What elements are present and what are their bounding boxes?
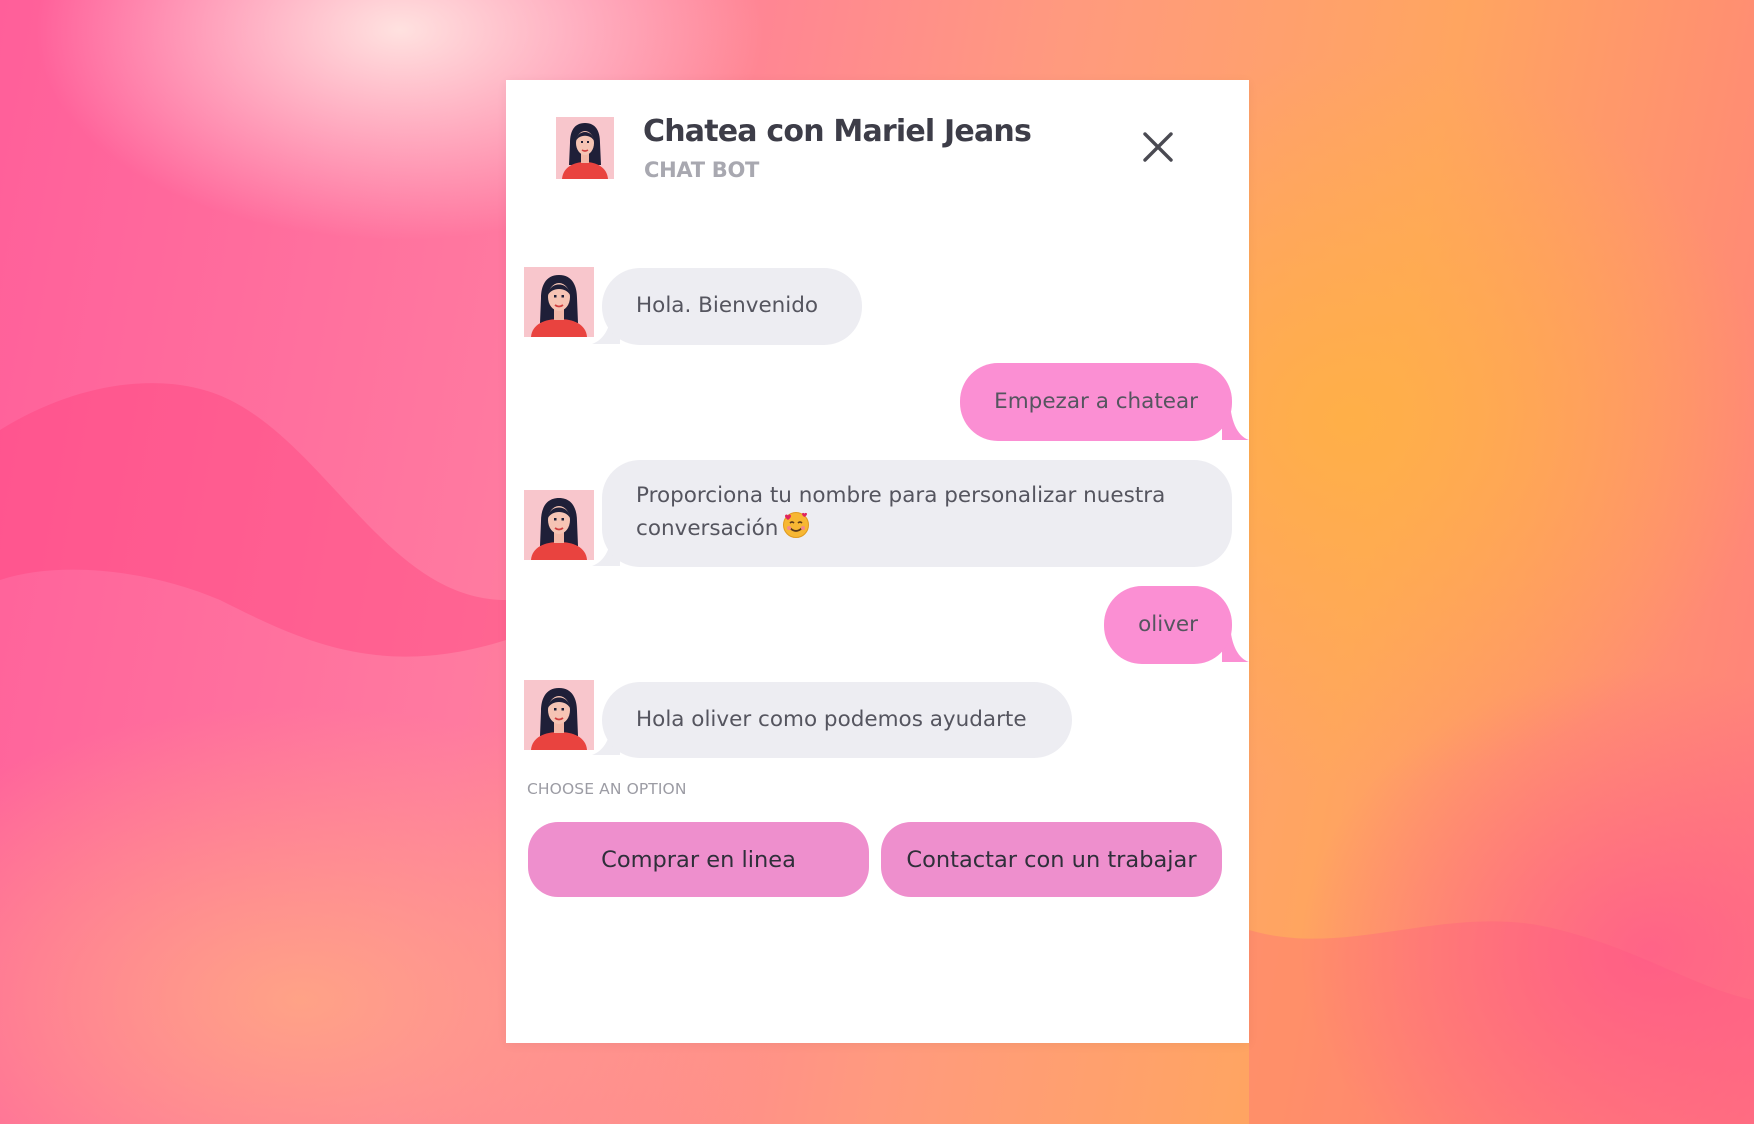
user-message: Empezar a chatear [960,363,1232,441]
message-line: Proporciona tu nombre para personalizar … [636,483,1166,508]
user-message: oliver [1104,586,1232,664]
bot-avatar-icon [524,680,594,750]
close-icon[interactable] [1138,127,1178,167]
bot-avatar-icon [524,267,594,337]
smiling-face-with-hearts-icon [783,512,810,538]
bot-avatar-icon [524,490,594,560]
message-line-with-emoji: conversación [636,511,1232,544]
chat-header: Chatea con Mariel Jeans CHAT BOT [506,80,1249,210]
bot-message: Hola. Bienvenido [602,268,862,345]
chat-title: Chatea con Mariel Jeans [643,114,1032,149]
chat-window: Chatea con Mariel Jeans CHAT BOT Hola. B… [506,80,1249,1043]
option-button-comprar[interactable]: Comprar en linea [528,822,869,897]
chat-subtitle: CHAT BOT [644,158,760,182]
message-line: conversación [636,516,779,541]
options-label: CHOOSE AN OPTION [527,780,687,798]
woman-avatar-icon [556,117,614,179]
bot-message: Hola oliver como podemos ayudarte [602,682,1072,758]
option-button-contactar[interactable]: Contactar con un trabajar [881,822,1222,897]
bot-message: Proporciona tu nombre para personalizar … [602,460,1232,567]
